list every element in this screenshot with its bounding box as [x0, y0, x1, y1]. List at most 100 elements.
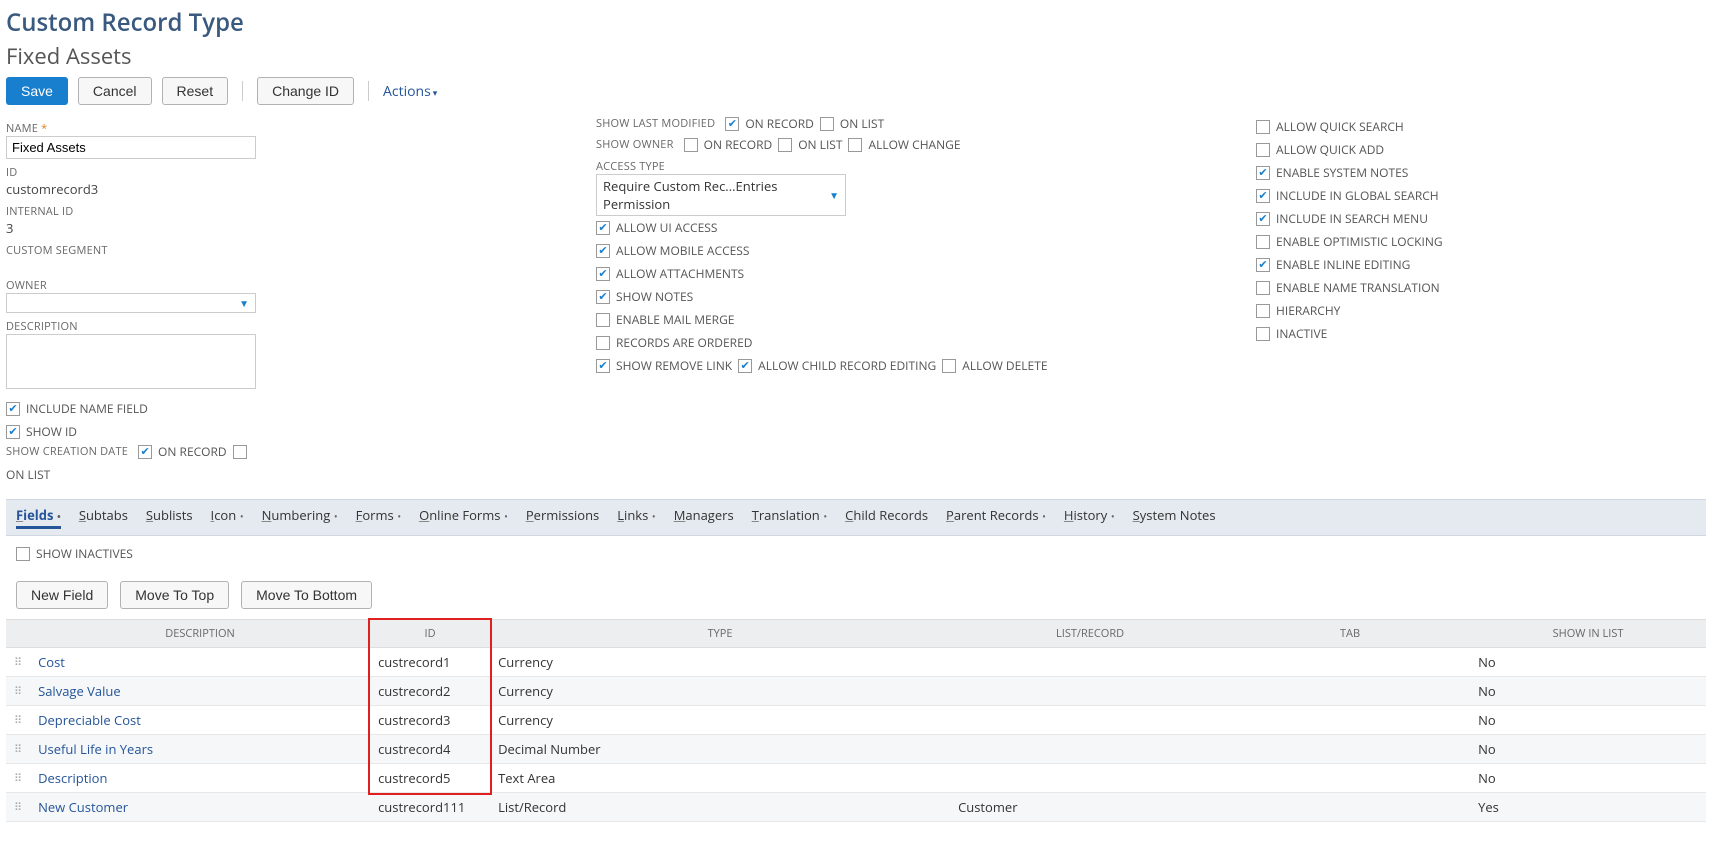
lastmod-on-record-label: ON RECORD — [745, 115, 814, 132]
col-description: DESCRIPTION — [30, 620, 370, 648]
lastmod-on-record-checkbox[interactable] — [725, 117, 739, 131]
subtab-subtabs[interactable]: Subtabs — [79, 506, 128, 529]
record-subtitle: Fixed Assets — [6, 41, 1706, 71]
subtab-parent-records[interactable]: Parent Records — [946, 506, 1046, 529]
drag-handle-icon[interactable]: ⠿ — [6, 677, 30, 706]
include-in-search-menu-checkbox[interactable] — [1256, 212, 1270, 226]
drag-handle-icon[interactable]: ⠿ — [6, 735, 30, 764]
subtab-sublists[interactable]: Sublists — [146, 506, 193, 529]
field-description-link[interactable]: New Customer — [38, 798, 128, 816]
field-showinlist-value: No — [1470, 706, 1706, 735]
hierarchy-checkbox[interactable] — [1256, 304, 1270, 318]
access-type-select[interactable]: Require Custom Rec...Entries Permission … — [596, 174, 846, 216]
allow-quick-add-label: ALLOW QUICK ADD — [1276, 141, 1384, 158]
records-are-ordered-checkbox[interactable] — [596, 336, 610, 350]
separator — [368, 81, 369, 101]
table-row[interactable]: ⠿Depreciable Costcustrecord3CurrencyNo — [6, 706, 1706, 735]
include-in-global-search-checkbox[interactable] — [1256, 189, 1270, 203]
allow-quick-search-checkbox[interactable] — [1256, 120, 1270, 134]
show-notes-label: SHOW NOTES — [616, 288, 693, 305]
drag-handle-icon[interactable]: ⠿ — [6, 648, 30, 677]
change-id-button[interactable]: Change ID — [257, 77, 354, 105]
allow-ui-access-checkbox[interactable] — [596, 221, 610, 235]
fields-table: DESCRIPTION ID TYPE LIST/RECORD TAB SHOW… — [6, 619, 1706, 822]
subtab-links[interactable]: Links — [617, 506, 655, 529]
subtab-permissions[interactable]: Permissions — [526, 506, 599, 529]
show-remove-link-checkbox[interactable] — [596, 359, 610, 373]
table-row[interactable]: ⠿Useful Life in Yearscustrecord4Decimal … — [6, 735, 1706, 764]
enable-optimistic-locking-checkbox[interactable] — [1256, 235, 1270, 249]
show-inactives-checkbox[interactable] — [16, 547, 30, 561]
subtab-translation[interactable]: Translation — [752, 506, 827, 529]
reset-button[interactable]: Reset — [162, 77, 229, 105]
name-input[interactable] — [6, 136, 256, 159]
show-owner-label: SHOW OWNER — [596, 137, 674, 152]
subtab-managers[interactable]: Managers — [674, 506, 734, 529]
left-column: NAME ID customrecord3 INTERNAL ID 3 CUST… — [6, 115, 276, 483]
enable-inline-editing-label: ENABLE INLINE EDITING — [1276, 256, 1410, 273]
subtab-numbering[interactable]: Numbering — [262, 506, 338, 529]
save-button[interactable]: Save — [6, 77, 68, 105]
field-id-value: custrecord1 — [370, 648, 490, 677]
show-notes-checkbox[interactable] — [596, 290, 610, 304]
show-remove-link-label: SHOW REMOVE LINK — [616, 357, 732, 374]
field-description-link[interactable]: Useful Life in Years — [38, 740, 153, 758]
allow-child-record-editing-checkbox[interactable] — [738, 359, 752, 373]
allow-delete-checkbox[interactable] — [942, 359, 956, 373]
drag-handle-icon[interactable]: ⠿ — [6, 793, 30, 822]
field-description-link[interactable]: Salvage Value — [38, 682, 121, 700]
access-type-value: Require Custom Rec...Entries Permission — [603, 177, 829, 213]
allow-ui-access-label: ALLOW UI ACCESS — [616, 219, 717, 236]
owner-on-record-label: ON RECORD — [704, 136, 773, 153]
field-description-link[interactable]: Description — [38, 769, 107, 787]
caret-down-icon: ▼ — [829, 188, 839, 202]
subtab-icon[interactable]: Icon — [211, 506, 244, 529]
subtab-history[interactable]: History — [1064, 506, 1115, 529]
drag-handle-icon[interactable]: ⠿ — [6, 764, 30, 793]
show-id-checkbox[interactable] — [6, 425, 20, 439]
new-field-button[interactable]: New Field — [16, 581, 108, 609]
inactive-checkbox[interactable] — [1256, 327, 1270, 341]
enable-name-translation-checkbox[interactable] — [1256, 281, 1270, 295]
lastmod-on-list-checkbox[interactable] — [820, 117, 834, 131]
field-description-link[interactable]: Depreciable Cost — [38, 711, 141, 729]
enable-mail-merge-checkbox[interactable] — [596, 313, 610, 327]
subtab-system-notes[interactable]: System Notes — [1133, 506, 1216, 529]
id-label: ID — [6, 165, 276, 180]
subtab-forms[interactable]: Forms — [356, 506, 401, 529]
cancel-button[interactable]: Cancel — [78, 77, 152, 105]
table-row[interactable]: ⠿Costcustrecord1CurrencyNo — [6, 648, 1706, 677]
field-id-value: custrecord2 — [370, 677, 490, 706]
col-showinlist: SHOW IN LIST — [1470, 620, 1706, 648]
move-to-top-button[interactable]: Move To Top — [120, 581, 229, 609]
enable-inline-editing-checkbox[interactable] — [1256, 258, 1270, 272]
allow-child-rec-label: ALLOW CHILD RECORD EDITING — [758, 357, 936, 374]
owner-on-list-checkbox[interactable] — [778, 138, 792, 152]
field-type-value: Decimal Number — [490, 735, 950, 764]
owner-allow-change-checkbox[interactable] — [848, 138, 862, 152]
table-row[interactable]: ⠿New Customercustrecord111List/RecordCus… — [6, 793, 1706, 822]
allow-quick-add-checkbox[interactable] — [1256, 143, 1270, 157]
subtab-online-forms[interactable]: Online Forms — [419, 506, 508, 529]
allow-attachments-checkbox[interactable] — [596, 267, 610, 281]
owner-on-record-checkbox[interactable] — [684, 138, 698, 152]
creation-on-list-checkbox[interactable] — [233, 445, 247, 459]
move-to-bottom-button[interactable]: Move To Bottom — [241, 581, 372, 609]
owner-select[interactable]: ▼ — [6, 293, 256, 313]
owner-allow-change-label: ALLOW CHANGE — [868, 136, 960, 153]
allow-mobile-access-checkbox[interactable] — [596, 244, 610, 258]
subtab-fields[interactable]: Fields — [16, 506, 61, 529]
field-showinlist-value: No — [1470, 648, 1706, 677]
enable-system-notes-checkbox[interactable] — [1256, 166, 1270, 180]
table-row[interactable]: ⠿Salvage Valuecustrecord2CurrencyNo — [6, 677, 1706, 706]
description-textarea[interactable] — [6, 334, 256, 389]
actions-menu[interactable]: Actions▾ — [383, 82, 437, 101]
subtab-child-records[interactable]: Child Records — [845, 506, 928, 529]
drag-handle-icon[interactable]: ⠿ — [6, 706, 30, 735]
creation-on-record-checkbox[interactable] — [138, 445, 152, 459]
table-row[interactable]: ⠿Descriptioncustrecord5Text AreaNo — [6, 764, 1706, 793]
col-listrecord: LIST/RECORD — [950, 620, 1230, 648]
include-name-field-label: INCLUDE NAME FIELD — [26, 400, 148, 417]
field-description-link[interactable]: Cost — [38, 653, 65, 671]
include-name-field-checkbox[interactable] — [6, 402, 20, 416]
